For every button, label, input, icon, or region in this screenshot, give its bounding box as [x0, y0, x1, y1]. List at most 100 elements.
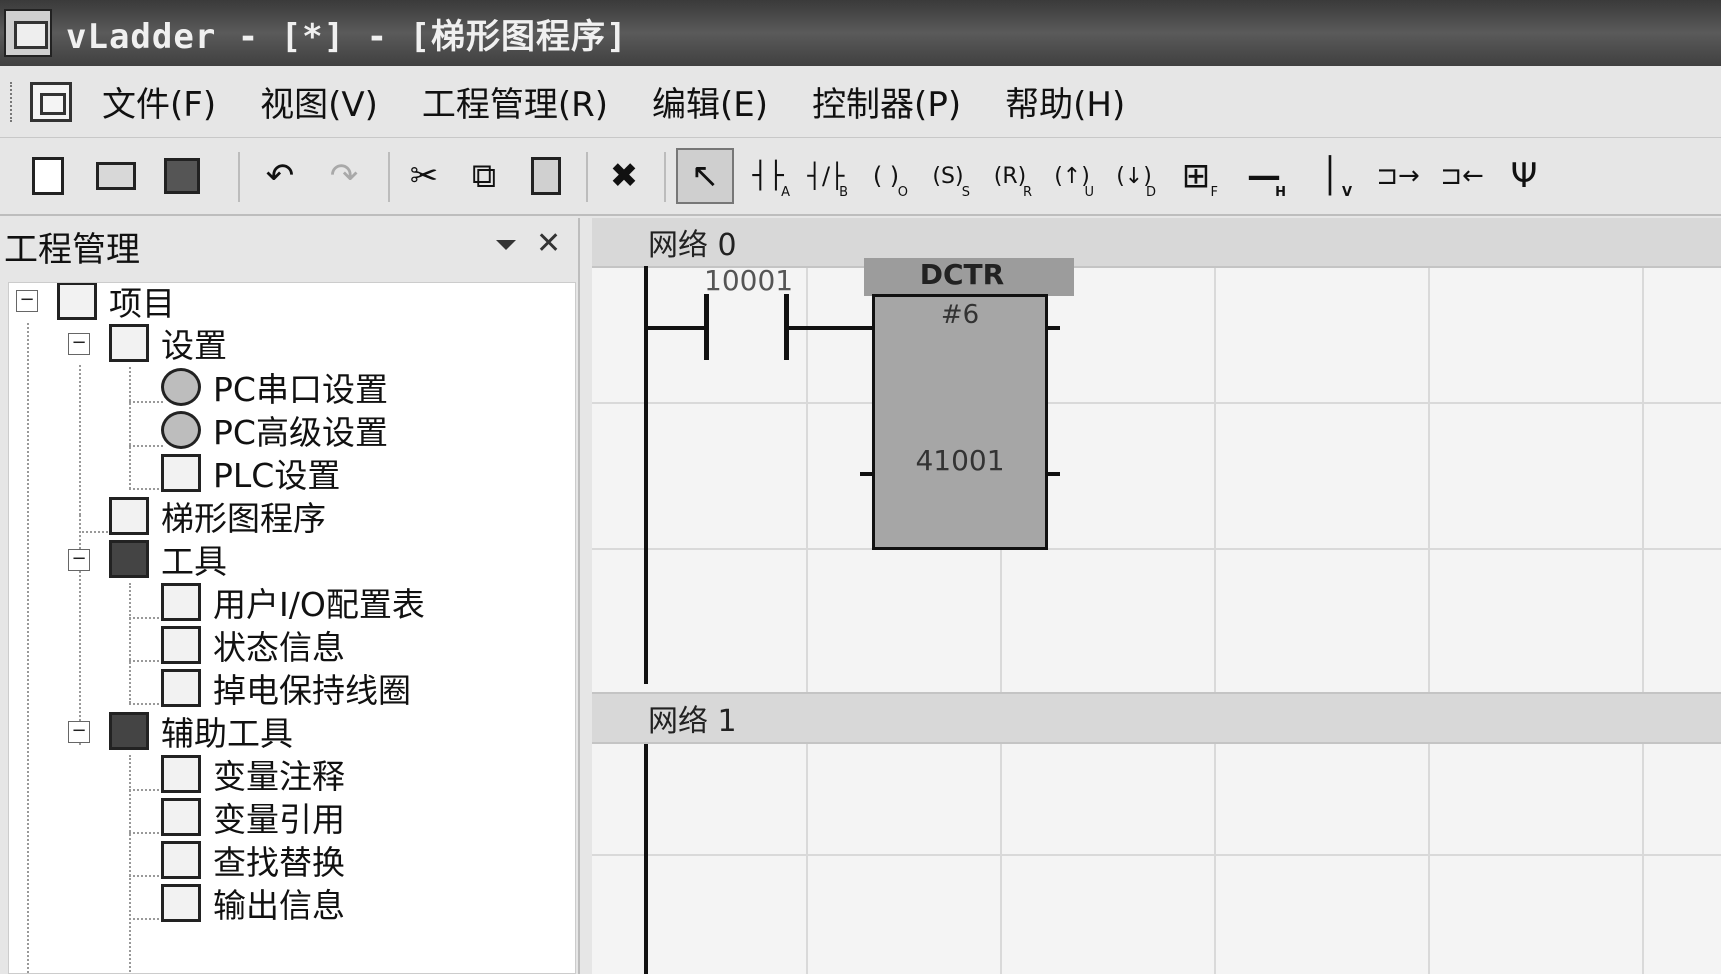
- horizontal-line-button[interactable]: — H: [1238, 148, 1290, 204]
- tree-item-io-table[interactable]: 用户I/O配置表: [161, 580, 425, 624]
- find-replace-icon: [161, 841, 201, 879]
- tree-item-aux-tools[interactable]: 辅助工具: [109, 709, 293, 753]
- tree-connector: [129, 401, 163, 403]
- up-coil-key: U: [1084, 185, 1094, 200]
- tree-item-retentive-coil[interactable]: 掉电保持线圈: [161, 666, 411, 710]
- menu-project[interactable]: 工程管理(R): [422, 77, 608, 126]
- tree-item-project[interactable]: 项目: [57, 283, 175, 323]
- function-block-key: F: [1210, 185, 1218, 200]
- grid-line: [1214, 218, 1216, 974]
- menu-edit[interactable]: 编辑(E): [652, 77, 768, 126]
- status-icon: [161, 626, 201, 664]
- parallel-button[interactable]: Ψ: [1498, 148, 1550, 204]
- undo-button[interactable]: ↶: [254, 148, 306, 204]
- select-pointer-button[interactable]: ↖: [676, 148, 734, 204]
- tree-connector: [79, 365, 81, 515]
- input-pin: [860, 472, 872, 476]
- tree-item-variable-comment[interactable]: 变量注释: [161, 752, 345, 796]
- tree-item-label: PLC设置: [213, 456, 341, 495]
- paste-button[interactable]: [520, 148, 572, 204]
- menu-file[interactable]: 文件(F): [102, 77, 216, 126]
- contact-no-button[interactable]: ┤├ A: [742, 148, 794, 204]
- menu-grip[interactable]: [10, 81, 16, 122]
- ladder-program-icon: [109, 497, 149, 535]
- tree-connector: [129, 703, 163, 705]
- function-block-register[interactable]: 41001: [872, 444, 1048, 477]
- tree-connector: [129, 832, 163, 834]
- reset-coil-key: R: [1022, 185, 1032, 200]
- panel-menu-icon[interactable]: [496, 240, 516, 250]
- reset-coil-icon: (R): [993, 163, 1027, 189]
- tree-connector: [129, 918, 163, 920]
- tree-item-ladder-program[interactable]: 梯形图程序: [109, 494, 326, 538]
- tree-item-settings[interactable]: 设置: [109, 321, 227, 365]
- function-block-button[interactable]: ⊞ F: [1170, 148, 1222, 204]
- document-icon[interactable]: [30, 81, 72, 122]
- contact-nc-button[interactable]: ┤/├ B: [800, 148, 852, 204]
- tree-item-label: 辅助工具: [161, 714, 293, 753]
- grid-line: [592, 402, 1721, 404]
- tree-item-pc-serial[interactable]: PC串口设置: [161, 365, 388, 409]
- ladder-editor[interactable]: 网络 0 10001 DCTR #6 41001 网络 1: [592, 218, 1721, 974]
- expander-aux-tools[interactable]: −: [68, 721, 90, 743]
- vertical-line-button[interactable]: │ V: [1304, 148, 1356, 204]
- open-button[interactable]: [90, 148, 142, 204]
- network-label: 网络 1: [648, 704, 737, 739]
- tree-item-label: 用户I/O配置表: [213, 585, 425, 624]
- output-pin: [1048, 326, 1060, 330]
- tree-item-plc-settings[interactable]: PLC设置: [161, 451, 340, 495]
- horizontal-line-key: H: [1275, 185, 1286, 200]
- delete-branch-icon: ⊐←: [1440, 161, 1484, 191]
- contact-address[interactable]: 10001: [704, 264, 793, 297]
- network-label: 网络 0: [648, 228, 737, 263]
- tools-icon: [109, 540, 149, 578]
- delete-branch-button[interactable]: ⊐←: [1436, 148, 1488, 204]
- up-coil-button[interactable]: (↑) U: [1046, 148, 1098, 204]
- network-header[interactable]: 网络 0: [592, 218, 1721, 268]
- select-pointer-icon: ↖: [690, 156, 720, 196]
- expander-project[interactable]: −: [16, 290, 38, 312]
- expander-settings[interactable]: −: [68, 333, 90, 355]
- function-block-icon: ⊞: [1181, 156, 1211, 196]
- undo-icon: ↶: [265, 156, 295, 196]
- paste-icon: [531, 157, 561, 195]
- menu-view[interactable]: 视图(V): [260, 77, 378, 126]
- tree-item-variable-reference[interactable]: 变量引用: [161, 795, 345, 839]
- grid-line: [592, 854, 1721, 856]
- copy-button[interactable]: ⧉: [458, 148, 510, 204]
- down-coil-button[interactable]: (↓) D: [1108, 148, 1160, 204]
- grid-line: [592, 548, 1721, 550]
- left-power-rail: [644, 744, 648, 974]
- set-coil-button[interactable]: (S) S: [922, 148, 974, 204]
- retentive-coil-icon: [161, 669, 201, 707]
- toolbar-separator: [586, 152, 588, 202]
- contact-left-bar[interactable]: [704, 294, 709, 360]
- function-block[interactable]: DCTR #6 41001: [860, 258, 1074, 558]
- delete-button[interactable]: ✖: [598, 148, 650, 204]
- tree-item-status[interactable]: 状态信息: [161, 623, 345, 667]
- tree-item-find-replace[interactable]: 查找替换: [161, 838, 345, 882]
- down-coil-key: D: [1145, 185, 1156, 200]
- cut-button[interactable]: ✂: [398, 148, 450, 204]
- insert-branch-button[interactable]: ⊐→: [1372, 148, 1424, 204]
- io-table-icon: [161, 583, 201, 621]
- tree-item-output-info[interactable]: 输出信息: [161, 881, 345, 925]
- function-block-number: #6: [940, 300, 980, 330]
- plc-settings-icon: [161, 454, 201, 492]
- grid-line: [1642, 218, 1644, 974]
- app-icon[interactable]: [4, 9, 52, 57]
- reset-coil-button[interactable]: (R) R: [984, 148, 1036, 204]
- save-all-button[interactable]: [156, 148, 208, 204]
- menu-controller[interactable]: 控制器(P): [812, 77, 961, 126]
- tree-item-tools[interactable]: 工具: [109, 537, 227, 581]
- tree-item-pc-advanced[interactable]: PC高级设置: [161, 408, 388, 452]
- expander-tools[interactable]: −: [68, 549, 90, 571]
- redo-button[interactable]: ↷: [318, 148, 370, 204]
- redo-icon: ↷: [329, 156, 359, 196]
- close-icon[interactable]: ✕: [536, 226, 561, 261]
- menu-help[interactable]: 帮助(H): [1005, 77, 1125, 126]
- advanced-settings-icon: [161, 411, 201, 449]
- new-file-button[interactable]: [22, 148, 74, 204]
- network-header[interactable]: 网络 1: [592, 692, 1721, 744]
- coil-button[interactable]: ( ) O: [860, 148, 912, 204]
